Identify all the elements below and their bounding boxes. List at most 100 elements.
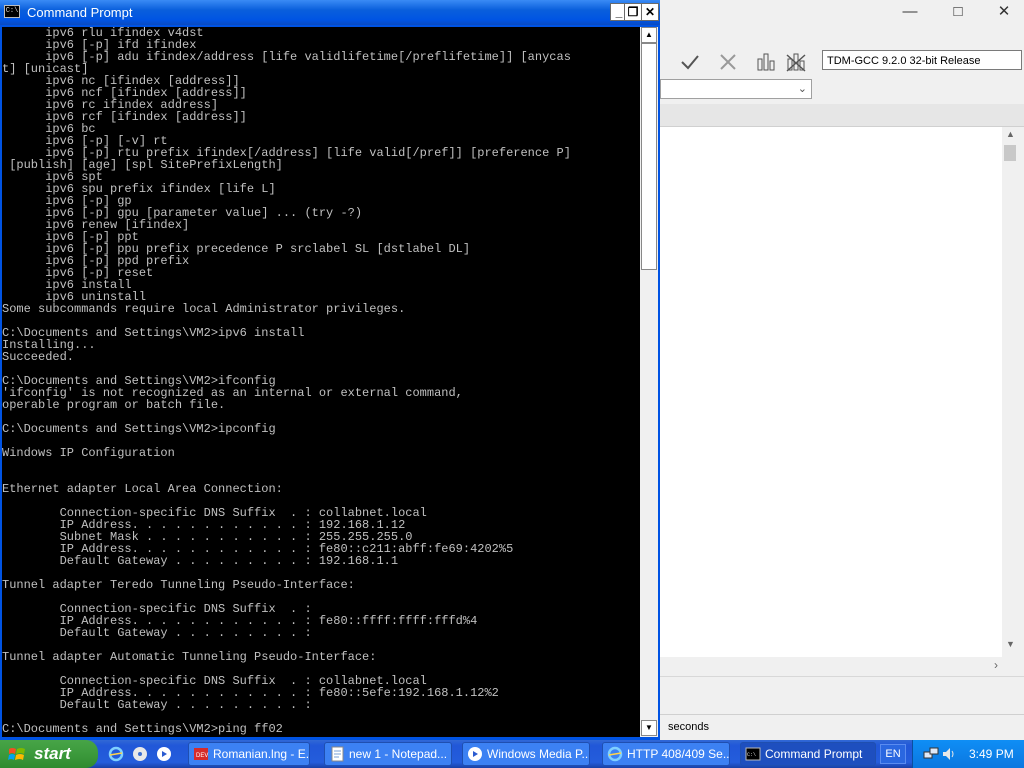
console-line: IP Address. . . . . . . . . . . . : fe80… <box>2 543 514 555</box>
cmd-icon: C:\ <box>4 5 20 18</box>
console-output[interactable]: ipv6 rlu ifindex v4dst ipv6 [-p] ifd ifi… <box>2 27 640 737</box>
console-line: ipv6 [-p] adu ifindex/address [life vali… <box>2 51 571 63</box>
media-icon[interactable] <box>132 746 148 762</box>
console-line: Ethernet adapter Local Area Connection: <box>2 483 283 495</box>
window-title: Command Prompt <box>27 5 133 20</box>
taskbar: start DEV Romanian.lng - E... new 1 - No… <box>0 740 1024 768</box>
close-button[interactable]: ✕ <box>641 3 659 21</box>
cross-icon[interactable] <box>716 51 740 73</box>
system-tray: 3:49 PM <box>912 740 1024 768</box>
compiler-select[interactable]: TDM-GCC 9.2.0 32-bit Release <box>822 50 1022 70</box>
console-line: ipv6 bc <box>2 123 96 135</box>
ide-combo-box[interactable]: ⌄ <box>660 79 812 99</box>
scroll-right-icon[interactable]: › <box>994 658 998 672</box>
ide-horizontal-scrollbar[interactable]: › <box>660 657 1008 673</box>
volume-icon[interactable] <box>941 746 957 762</box>
ie-icon <box>607 746 623 762</box>
command-prompt-window: C:\ Command Prompt _ ❐ ✕ ipv6 rlu ifinde… <box>0 0 660 740</box>
scroll-up-icon[interactable]: ▲ <box>641 27 657 43</box>
console-line: ipv6 [-p] [-v] rt <box>2 135 168 147</box>
console-line: [publish] [age] [spl SitePrefixLength] <box>2 159 283 171</box>
restore-button[interactable]: ❐ <box>624 3 642 21</box>
chart-cross-icon[interactable] <box>784 51 808 73</box>
show-desktop-icon[interactable] <box>156 746 172 762</box>
network-icon[interactable] <box>923 746 939 762</box>
console-line: IP Address. . . . . . . . . . . . : 192.… <box>2 519 406 531</box>
ide-titlebar: — □ ✕ <box>660 0 1024 24</box>
media-player-icon <box>468 747 482 761</box>
console-line: ipv6 [-p] ifd ifindex <box>2 39 197 51</box>
taskbar-item-label: new 1 - Notepad... <box>349 747 448 761</box>
ide-tab-strip <box>660 104 1024 127</box>
console-line: ipv6 rlu ifindex v4dst <box>2 27 204 39</box>
clock[interactable]: 3:49 PM <box>969 740 1014 768</box>
ide-minimize-button[interactable]: — <box>898 3 922 21</box>
taskbar-item-http-error[interactable]: HTTP 408/409 Se... <box>602 742 730 766</box>
console-line: ipv6 [-p] gpu [parameter value] ... (try… <box>2 207 363 219</box>
console-line: Tunnel adapter Automatic Tunneling Pseud… <box>2 651 377 663</box>
console-line: ipv6 ncf [ifindex [address]] <box>2 87 247 99</box>
console-line: C:\Documents and Settings\VM2>ifconfig <box>2 375 276 387</box>
check-icon[interactable] <box>678 51 702 73</box>
chevron-down-icon: ⌄ <box>797 83 807 95</box>
console-line: ipv6 [-p] rtu prefix ifindex[/address] [… <box>2 147 571 159</box>
taskbar-item-romanian-lng[interactable]: DEV Romanian.lng - E... <box>188 742 310 766</box>
console-line: Installing... <box>2 339 96 351</box>
console-line: C:\Documents and Settings\VM2>ipv6 insta… <box>2 327 305 339</box>
chart-icon[interactable] <box>754 51 778 73</box>
taskbar-item-command-prompt[interactable]: C:\ Command Prompt <box>740 742 876 766</box>
ide-editor-area[interactable] <box>660 127 1008 657</box>
ie-icon[interactable] <box>108 746 124 762</box>
console-line: 'ifconfig' is not recognized as an inter… <box>2 387 463 399</box>
ide-status-bar: seconds <box>660 714 1024 738</box>
ide-scroll-thumb[interactable] <box>1004 145 1016 161</box>
scroll-up-icon[interactable]: ▲ <box>1006 129 1015 139</box>
cmd-titlebar[interactable]: C:\ Command Prompt _ ❐ ✕ <box>0 0 660 25</box>
console-line: ipv6 install <box>2 279 132 291</box>
console-line: Subnet Mask . . . . . . . . . . . : 255.… <box>2 531 413 543</box>
taskbar-item-label: Command Prompt <box>765 747 863 761</box>
scroll-down-icon[interactable]: ▼ <box>1006 639 1015 649</box>
console-line: ipv6 [-p] ppt <box>2 231 139 243</box>
taskbar-item-label: Romanian.lng - E... <box>213 747 310 761</box>
start-button[interactable]: start <box>0 740 98 768</box>
console-line: Connection-specific DNS Suffix . : colla… <box>2 675 427 687</box>
console-line: ipv6 renew [ifindex] <box>2 219 190 231</box>
taskbar-item-media-player[interactable]: Windows Media P... <box>462 742 590 766</box>
console-line: t] [unicast] <box>2 63 89 75</box>
scroll-down-icon[interactable]: ▼ <box>641 720 657 736</box>
taskbar-item-notepad[interactable]: new 1 - Notepad... <box>324 742 452 766</box>
start-label: start <box>34 744 71 763</box>
console-line: Default Gateway . . . . . . . . . : 192.… <box>2 555 399 567</box>
cmd-scroll-thumb[interactable] <box>641 43 657 270</box>
language-indicator[interactable]: EN <box>880 744 906 764</box>
console-line: ipv6 rc ifindex address] <box>2 99 219 111</box>
ide-maximize-button[interactable]: □ <box>946 3 970 21</box>
console-line: Default Gateway . . . . . . . . . : <box>2 699 312 711</box>
taskbar-item-label: HTTP 408/409 Se... <box>627 747 730 761</box>
console-line: ipv6 spu prefix ifindex [life L] <box>2 183 276 195</box>
console-line: Tunnel adapter Teredo Tunneling Pseudo-I… <box>2 579 355 591</box>
console-line: ipv6 rcf [ifindex [address]] <box>2 111 247 123</box>
console-line: Default Gateway . . . . . . . . . : <box>2 627 312 639</box>
console-line: IP Address. . . . . . . . . . . . : fe80… <box>2 687 499 699</box>
cmd-vertical-scrollbar[interactable]: ▲ ▼ <box>640 27 658 737</box>
ide-close-button[interactable]: ✕ <box>992 3 1016 21</box>
console-line: Some subcommands require local Administr… <box>2 303 406 315</box>
console-line: C:\Documents and Settings\VM2>ping ff02 <box>2 723 283 735</box>
console-line: ipv6 [-p] reset <box>2 267 154 279</box>
console-line: Succeeded. <box>2 351 75 363</box>
ide-vertical-scrollbar[interactable]: ▲ ▼ <box>1002 127 1018 657</box>
svg-text:C:\: C:\ <box>747 752 756 758</box>
console-line: ipv6 [-p] gp <box>2 195 132 207</box>
cmd-icon: C:\ <box>745 747 761 761</box>
console-line: ipv6 uninstall <box>2 291 147 303</box>
